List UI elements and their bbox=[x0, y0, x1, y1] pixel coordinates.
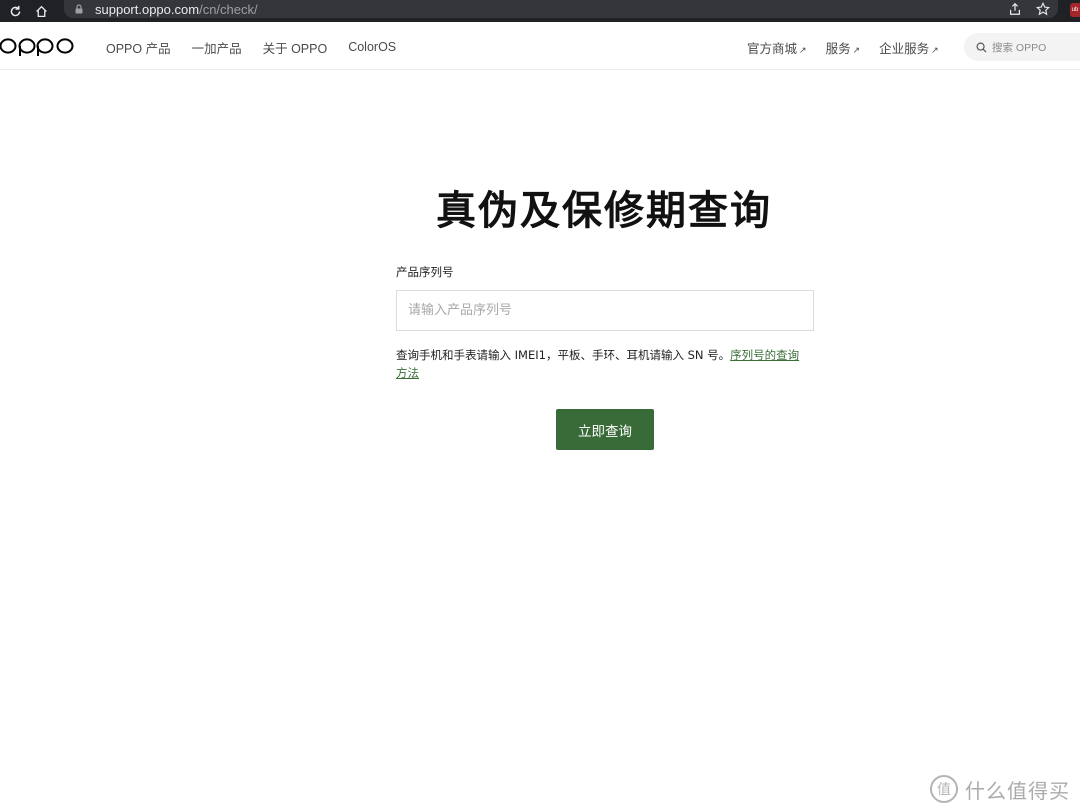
nav-service[interactable]: 服务 ↗ bbox=[826, 38, 861, 57]
search-icon bbox=[976, 42, 987, 53]
home-icon bbox=[35, 5, 47, 17]
url-host: support.oppo.com bbox=[95, 1, 200, 17]
nav-service-label: 服务 bbox=[825, 41, 851, 56]
watermark: 值 什么值得买 bbox=[929, 774, 1070, 804]
primary-nav: OPPO 产品 一加产品 关于 OPPO ColorOS bbox=[106, 24, 396, 70]
query-submit-button[interactable]: 立即查询 bbox=[556, 409, 654, 450]
lock-icon bbox=[75, 4, 83, 14]
serial-hint-text: 查询手机和手表请输入 IMEI1，平板、手环、耳机请输入 SN 号。 bbox=[396, 348, 731, 362]
external-link-icon: ↗ bbox=[852, 44, 861, 55]
extension-badge[interactable]: ub bbox=[1070, 3, 1080, 17]
home-button[interactable] bbox=[30, 0, 52, 22]
watermark-logo-icon: 值 bbox=[930, 775, 958, 803]
nav-official-store[interactable]: 官方商城 ↗ bbox=[747, 38, 807, 57]
nav-enterprise-service-label: 企业服务 bbox=[879, 41, 930, 56]
nav-official-store-label: 官方商城 bbox=[747, 41, 798, 56]
svg-text:值: 值 bbox=[937, 782, 951, 798]
nav-enterprise-service[interactable]: 企业服务 ↗ bbox=[879, 38, 939, 57]
bookmark-star-icon[interactable] bbox=[1036, 2, 1050, 16]
reload-icon bbox=[10, 5, 20, 16]
oppo-logo[interactable] bbox=[0, 36, 74, 56]
search-placeholder: 搜索 OPPO bbox=[992, 41, 1047, 54]
nav-coloros[interactable]: ColorOS bbox=[348, 40, 396, 54]
url-path: /cn/check/ bbox=[199, 1, 258, 17]
nav-oppo-products[interactable]: OPPO 产品 bbox=[106, 38, 171, 57]
secondary-nav: 官方商城 ↗ 服务 ↗ 企业服务 ↗ bbox=[747, 24, 939, 70]
nav-about-oppo[interactable]: 关于 OPPO bbox=[263, 38, 328, 57]
browser-toolbar: support.oppo.com/cn/check/ ub bbox=[0, 0, 1080, 22]
share-icon[interactable] bbox=[1008, 2, 1022, 16]
site-search[interactable]: 搜索 OPPO bbox=[964, 33, 1080, 61]
watermark-text: 什么值得买 bbox=[965, 778, 1070, 803]
serial-number-input[interactable] bbox=[396, 290, 814, 331]
reload-button[interactable] bbox=[4, 0, 26, 22]
serial-number-label: 产品序列号 bbox=[396, 265, 454, 279]
site-header: OPPO 产品 一加产品 关于 OPPO ColorOS 官方商城 ↗ 服务 ↗ 企… bbox=[0, 24, 1080, 70]
nav-oneplus-products[interactable]: 一加产品 bbox=[192, 38, 242, 57]
page-title: 真伪及保修期查询 bbox=[436, 188, 772, 234]
address-bar[interactable]: support.oppo.com/cn/check/ bbox=[64, 0, 1058, 18]
external-link-icon: ↗ bbox=[799, 44, 807, 55]
external-link-icon: ↗ bbox=[931, 44, 939, 55]
serial-hint: 查询手机和手表请输入 IMEI1，平板、手环、耳机请输入 SN 号。序列号的查询… bbox=[396, 346, 808, 382]
